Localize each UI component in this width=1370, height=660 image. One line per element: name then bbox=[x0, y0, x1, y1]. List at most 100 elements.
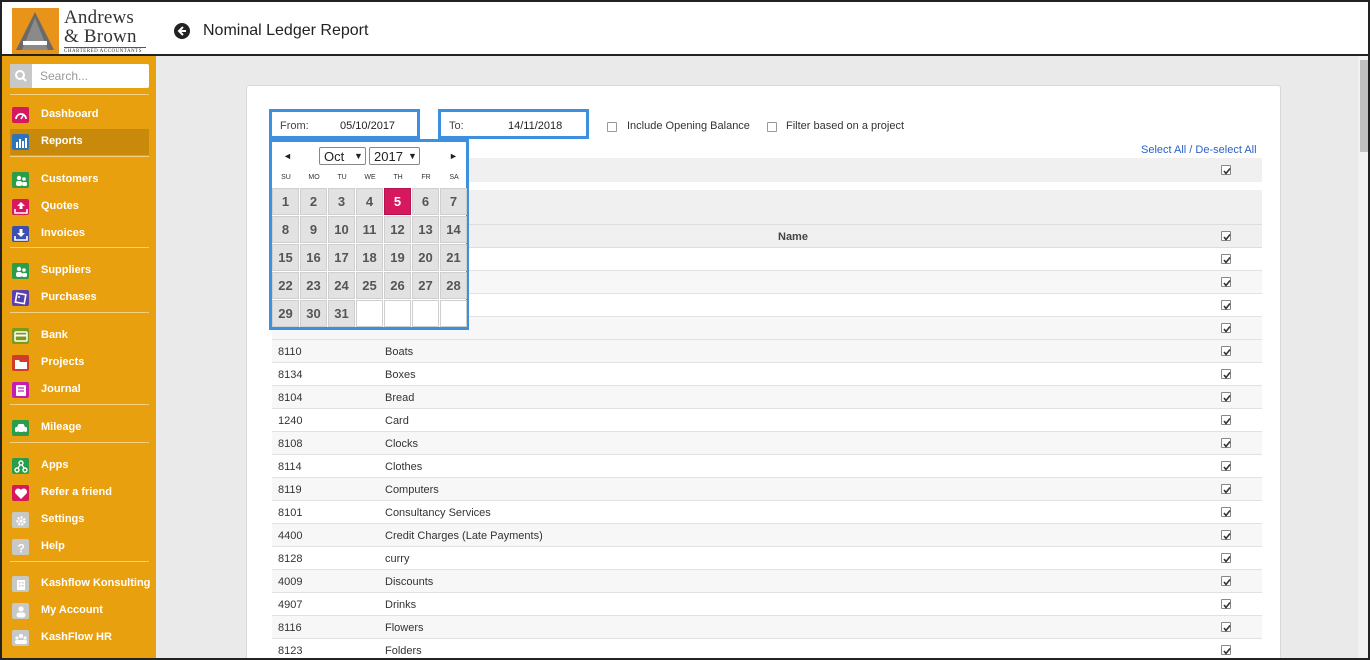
datepicker-day[interactable]: 6 bbox=[412, 188, 439, 215]
datepicker-day[interactable]: 25 bbox=[356, 272, 383, 299]
row-checkbox[interactable] bbox=[1221, 254, 1231, 264]
table-row[interactable]: 8110 Boats bbox=[272, 340, 1262, 363]
row-checkbox[interactable] bbox=[1221, 346, 1231, 356]
datepicker-day[interactable]: 9 bbox=[300, 216, 327, 243]
from-date-value[interactable]: 05/10/2017 bbox=[340, 120, 395, 132]
table-row[interactable]: 8116 Flowers bbox=[272, 616, 1262, 639]
scrollbar-thumb[interactable] bbox=[1360, 60, 1368, 152]
table-row[interactable]: 8134 Boxes bbox=[272, 363, 1262, 386]
row-checkbox[interactable] bbox=[1221, 392, 1231, 402]
datepicker-day[interactable]: 3 bbox=[328, 188, 355, 215]
datepicker-day[interactable]: 7 bbox=[440, 188, 467, 215]
datepicker-next-icon[interactable]: ► bbox=[449, 151, 458, 161]
page-scrollbar[interactable] bbox=[1358, 56, 1368, 658]
datepicker-month-select[interactable]: Oct ▼ bbox=[319, 147, 366, 165]
sidebar-item-invoices[interactable]: Invoices bbox=[10, 221, 149, 247]
project-filter-label[interactable]: Filter based on a project bbox=[786, 120, 904, 132]
row-checkbox[interactable] bbox=[1221, 484, 1231, 494]
sidebar-item-suppliers[interactable]: Suppliers bbox=[10, 258, 149, 284]
row-checkbox[interactable] bbox=[1221, 507, 1231, 517]
sidebar-item-reports[interactable]: Reports bbox=[10, 129, 149, 155]
back-arrow-icon[interactable] bbox=[174, 23, 190, 39]
datepicker-day[interactable]: 14 bbox=[440, 216, 467, 243]
search-input[interactable] bbox=[32, 64, 149, 88]
datepicker-day[interactable]: 19 bbox=[384, 244, 411, 271]
sidebar-item-purchases[interactable]: Purchases bbox=[10, 285, 149, 311]
sidebar-item-settings[interactable]: Settings bbox=[10, 507, 149, 533]
datepicker-prev-icon[interactable]: ◄ bbox=[283, 151, 292, 161]
include-opening-balance-checkbox[interactable] bbox=[607, 122, 617, 132]
company-logo[interactable]: Andrews & Brown CHARTERED ACCOUNTANTS bbox=[12, 8, 152, 54]
datepicker-day[interactable]: 24 bbox=[328, 272, 355, 299]
row-checkbox[interactable] bbox=[1221, 553, 1231, 563]
sidebar-item-journal[interactable]: Journal bbox=[10, 377, 149, 403]
table-row[interactable]: 8128 curry bbox=[272, 547, 1262, 570]
row-checkbox[interactable] bbox=[1221, 622, 1231, 632]
sidebar-item-help[interactable]: ? Help bbox=[10, 534, 149, 560]
table-row[interactable]: 4400 Credit Charges (Late Payments) bbox=[272, 524, 1262, 547]
row-checkbox[interactable] bbox=[1221, 438, 1231, 448]
datepicker-day[interactable]: 10 bbox=[328, 216, 355, 243]
datepicker-day[interactable]: 20 bbox=[412, 244, 439, 271]
row-checkbox[interactable] bbox=[1221, 530, 1231, 540]
datepicker-day[interactable]: 18 bbox=[356, 244, 383, 271]
sidebar-item-projects[interactable]: Projects bbox=[10, 350, 149, 376]
datepicker-day[interactable]: 15 bbox=[272, 244, 299, 271]
datepicker-day[interactable]: 1 bbox=[272, 188, 299, 215]
sidebar-item-customers[interactable]: Customers bbox=[10, 167, 149, 193]
datepicker-year-select[interactable]: 2017 ▼ bbox=[369, 147, 420, 165]
table-row[interactable]: 8123 Folders bbox=[272, 639, 1262, 658]
datepicker-day[interactable]: 27 bbox=[412, 272, 439, 299]
datepicker-day[interactable]: 4 bbox=[356, 188, 383, 215]
datepicker-day[interactable]: 28 bbox=[440, 272, 467, 299]
sidebar-item-quotes[interactable]: Quotes bbox=[10, 194, 149, 220]
row-checkbox[interactable] bbox=[1221, 599, 1231, 609]
datepicker-day[interactable]: 8 bbox=[272, 216, 299, 243]
datepicker-day[interactable]: 30 bbox=[300, 300, 327, 327]
table-row[interactable]: 8101 Consultancy Services bbox=[272, 501, 1262, 524]
include-opening-balance-label[interactable]: Include Opening Balance bbox=[627, 120, 750, 132]
sidebar-item-kashflow-konsulting[interactable]: Kashflow Konsulting bbox=[10, 571, 150, 597]
table-row[interactable]: 8114 Clothes bbox=[272, 455, 1262, 478]
table-row[interactable]: 4009 Discounts bbox=[272, 570, 1262, 593]
datepicker-day[interactable]: 17 bbox=[328, 244, 355, 271]
to-date-value[interactable]: 14/11/2018 bbox=[508, 120, 562, 132]
sidebar-item-dashboard[interactable]: Dashboard bbox=[10, 102, 149, 128]
table-row[interactable]: 8119 Computers bbox=[272, 478, 1262, 501]
datepicker-day[interactable]: 29 bbox=[272, 300, 299, 327]
sidebar-item-apps[interactable]: Apps bbox=[10, 453, 149, 479]
datepicker-day[interactable]: 2 bbox=[300, 188, 327, 215]
sidebar-item-kashflow-hr[interactable]: KashFlow HR bbox=[10, 625, 149, 651]
datepicker-day[interactable]: 12 bbox=[384, 216, 411, 243]
row-checkbox[interactable] bbox=[1221, 323, 1231, 333]
datepicker-day[interactable]: 11 bbox=[356, 216, 383, 243]
table-row[interactable]: 4907 Drinks bbox=[272, 593, 1262, 616]
from-date-field[interactable]: From: 05/10/2017 bbox=[269, 109, 420, 139]
column-header-name[interactable]: Name bbox=[778, 231, 808, 243]
datepicker-day[interactable]: 26 bbox=[384, 272, 411, 299]
sidebar-item-my-account[interactable]: My Account bbox=[10, 598, 149, 624]
sidebar-item-refer-a-friend[interactable]: Refer a friend bbox=[10, 480, 149, 506]
row-checkbox[interactable] bbox=[1221, 415, 1231, 425]
row-checkbox[interactable] bbox=[1221, 369, 1231, 379]
row-checkbox[interactable] bbox=[1221, 277, 1231, 287]
to-date-field[interactable]: To: 14/11/2018 bbox=[438, 109, 589, 139]
table-row[interactable]: 1240 Card bbox=[272, 409, 1262, 432]
group-all-checkbox[interactable] bbox=[1221, 165, 1231, 175]
row-checkbox[interactable] bbox=[1221, 461, 1231, 471]
sidebar-item-bank[interactable]: Bank bbox=[10, 323, 149, 349]
sidebar-item-mileage[interactable]: Mileage bbox=[10, 415, 149, 441]
select-all-link[interactable]: Select All / De-select All bbox=[1141, 144, 1257, 156]
datepicker-day[interactable]: 13 bbox=[412, 216, 439, 243]
datepicker-day[interactable]: 16 bbox=[300, 244, 327, 271]
table-row[interactable]: 8108 Clocks bbox=[272, 432, 1262, 455]
row-checkbox[interactable] bbox=[1221, 645, 1231, 655]
datepicker-day[interactable]: 22 bbox=[272, 272, 299, 299]
datepicker-day[interactable]: 21 bbox=[440, 244, 467, 271]
datepicker-day-selected[interactable]: 5 bbox=[384, 188, 411, 215]
project-filter-checkbox[interactable] bbox=[767, 122, 777, 132]
datepicker-day[interactable]: 23 bbox=[300, 272, 327, 299]
table-row[interactable]: 8104 Bread bbox=[272, 386, 1262, 409]
row-checkbox[interactable] bbox=[1221, 576, 1231, 586]
datepicker-day[interactable]: 31 bbox=[328, 300, 355, 327]
